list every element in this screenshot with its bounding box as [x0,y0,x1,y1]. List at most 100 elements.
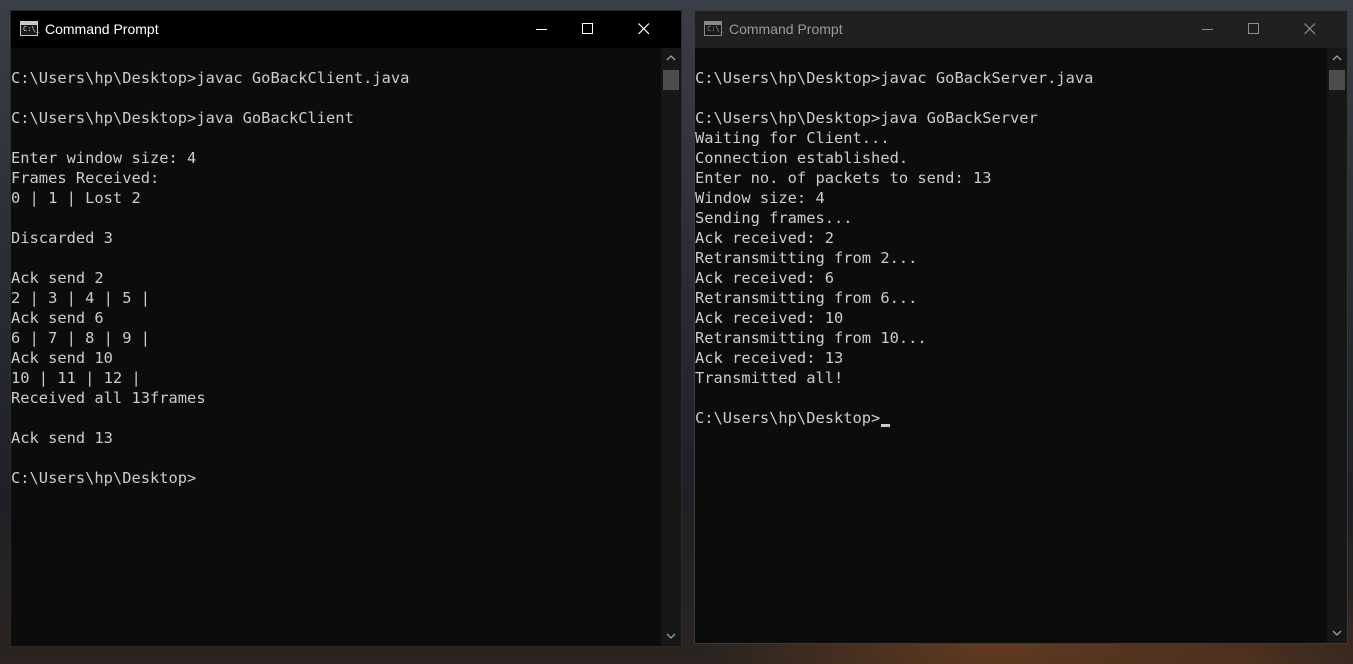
server-console-line-text: C:\Users\hp\Desktop>java GoBackServer [695,109,1038,127]
client-console-line [11,88,661,108]
server-command-prompt-window[interactable]: C:\_ Command Prompt C:\Users\hp\Desktop>… [694,10,1348,644]
server-console-line: Window size: 4 [695,188,1327,208]
chevron-down-icon [666,633,676,639]
server-close-button[interactable] [1287,11,1333,48]
client-console-line: 2 | 3 | 4 | 5 | [11,288,661,308]
server-console-line-text: Waiting for Client... [695,129,890,147]
client-scroll-up-button[interactable] [661,50,681,66]
server-console-line: Enter no. of packets to send: 13 [695,168,1327,188]
command-prompt-icon[interactable]: C:\_ [704,21,724,36]
server-maximize-button[interactable] [1231,11,1277,48]
server-console-line: Retransmitting from 10... [695,328,1327,348]
client-console-line [11,128,661,148]
client-console-line: C:\Users\hp\Desktop>java GoBackClient [11,108,661,128]
server-console-line: Ack received: 10 [695,308,1327,328]
server-console-line [695,88,1327,108]
server-console-line-text: Retransmitting from 2... [695,249,918,267]
server-console-line: C:\Users\hp\Desktop> [695,408,1327,428]
chevron-down-icon [1332,630,1342,636]
client-console-line-text: Enter window size: 4 [11,149,197,167]
client-window-title: Command Prompt [45,21,159,37]
server-console-line: Transmitted all! [695,368,1327,388]
server-scroll-up-button[interactable] [1327,50,1347,66]
client-maximize-button[interactable] [565,11,611,48]
server-console-line: Ack received: 13 [695,348,1327,368]
server-scroll-down-button[interactable] [1327,625,1347,641]
server-console-line-text: C:\Users\hp\Desktop> [695,409,881,427]
client-console-line: 10 | 11 | 12 | [11,368,661,388]
server-console-line-text: Ack received: 2 [695,229,834,247]
server-console-output[interactable]: C:\Users\hp\Desktop>javac GoBackServer.j… [695,48,1327,643]
server-window-title: Command Prompt [729,21,843,37]
client-console-line-text: C:\Users\hp\Desktop>javac GoBackClient.j… [11,69,410,87]
client-console-line-text: 6 | 7 | 8 | 9 | [11,329,150,347]
server-console-line-text: Ack received: 6 [695,269,834,287]
close-icon [1304,23,1316,35]
client-console-line [11,48,661,68]
server-console-line: C:\Users\hp\Desktop>java GoBackServer [695,108,1327,128]
client-close-button[interactable] [621,11,667,48]
desktop-background: C:\_ Command Prompt C:\Users\hp\Desktop>… [0,0,1353,664]
command-prompt-icon[interactable]: C:\_ [20,21,40,36]
client-console-line [11,248,661,268]
client-console-line-text: 0 | 1 | Lost 2 [11,189,141,207]
close-icon [638,23,650,35]
client-console-line: C:\Users\hp\Desktop>javac GoBackClient.j… [11,68,661,88]
server-scroll-thumb[interactable] [1329,70,1345,90]
server-titlebar[interactable]: C:\_ Command Prompt [695,11,1347,48]
client-console-line [11,408,661,428]
server-console-line: Ack received: 6 [695,268,1327,288]
server-console-line-text: Retransmitting from 6... [695,289,918,307]
client-console-line: Enter window size: 4 [11,148,661,168]
client-titlebar[interactable]: C:\_ Command Prompt [11,11,681,48]
server-console-line [695,388,1327,408]
client-console-line-text: Frames Received: [11,169,160,187]
client-console-line-text: Ack send 6 [11,309,104,327]
server-console-line [695,48,1327,68]
client-console-output[interactable]: C:\Users\hp\Desktop>javac GoBackClient.j… [11,48,661,646]
server-console-line-text: Retransmitting from 10... [695,329,927,347]
maximize-icon [582,23,593,34]
text-cursor [881,424,891,427]
client-console-line: Ack send 2 [11,268,661,288]
client-console-line-text: C:\Users\hp\Desktop>java GoBackClient [11,109,354,127]
client-console-line-text: C:\Users\hp\Desktop> [11,469,197,487]
maximize-icon [1248,23,1259,34]
server-console-line-text: Transmitted all! [695,369,844,387]
client-console-line-text: Ack send 10 [11,349,113,367]
client-console-line: Ack send 10 [11,348,661,368]
client-console-line: Frames Received: [11,168,661,188]
client-console-line [11,448,661,468]
server-console-line: C:\Users\hp\Desktop>javac GoBackServer.j… [695,68,1327,88]
server-console-line: Retransmitting from 2... [695,248,1327,268]
client-console-line: 6 | 7 | 8 | 9 | [11,328,661,348]
client-minimize-button[interactable] [519,11,565,48]
client-scrollbar[interactable] [661,48,681,646]
client-console-line-text: Ack send 2 [11,269,104,287]
client-console-line: C:\Users\hp\Desktop> [11,468,661,488]
client-console-line: Discarded 3 [11,228,661,248]
server-console-line: Connection established. [695,148,1327,168]
client-console-line-text: Received all 13frames [11,389,206,407]
minimize-icon [1202,29,1213,30]
client-console-line-text: Ack send 13 [11,429,113,447]
server-scrollbar[interactable] [1327,48,1347,643]
server-console-line: Waiting for Client... [695,128,1327,148]
client-console-line-text: 2 | 3 | 4 | 5 | [11,289,150,307]
client-console-line: Received all 13frames [11,388,661,408]
client-console-line: Ack send 13 [11,428,661,448]
minimize-icon [536,29,547,30]
client-command-prompt-window[interactable]: C:\_ Command Prompt C:\Users\hp\Desktop>… [10,10,682,647]
server-console-line: Retransmitting from 6... [695,288,1327,308]
server-console-line-text: Ack received: 13 [695,349,844,367]
server-console-line-text: Sending frames... [695,209,853,227]
client-scroll-thumb[interactable] [663,70,679,90]
server-console-line: Sending frames... [695,208,1327,228]
server-console-line: Ack received: 2 [695,228,1327,248]
chevron-up-icon [666,55,676,61]
client-console-line: Ack send 6 [11,308,661,328]
server-console-line-text: C:\Users\hp\Desktop>javac GoBackServer.j… [695,69,1094,87]
client-scroll-down-button[interactable] [661,628,681,644]
server-minimize-button[interactable] [1185,11,1231,48]
chevron-up-icon [1332,55,1342,61]
